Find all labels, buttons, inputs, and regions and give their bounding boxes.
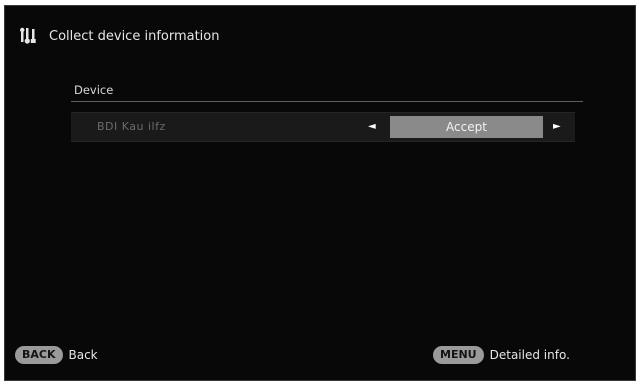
tools-icon: [20, 27, 36, 44]
page-header: Collect device information: [19, 26, 220, 46]
back-key-button[interactable]: BACK: [15, 346, 63, 364]
tv-screen: Collect device information Device BDI Ka…: [4, 5, 636, 381]
page-title: Collect device information: [49, 28, 220, 44]
arrow-left-icon[interactable]: ◄: [368, 119, 376, 135]
device-name: BDI Kau ilfz: [97, 120, 166, 133]
menu-key-button[interactable]: MENU: [433, 346, 484, 364]
section-divider: [71, 101, 583, 102]
detailed-info-label: Detailed info.: [489, 348, 570, 362]
menu-hint: MENU Detailed info.: [433, 346, 570, 364]
arrow-right-icon[interactable]: ►: [553, 119, 561, 135]
back-label: Back: [68, 348, 98, 362]
back-hint: BACK Back: [15, 346, 98, 364]
device-row[interactable]: BDI Kau ilfz ◄ Accept ►: [71, 112, 575, 142]
section-label: Device: [74, 83, 114, 97]
selected-value[interactable]: Accept: [390, 116, 543, 138]
